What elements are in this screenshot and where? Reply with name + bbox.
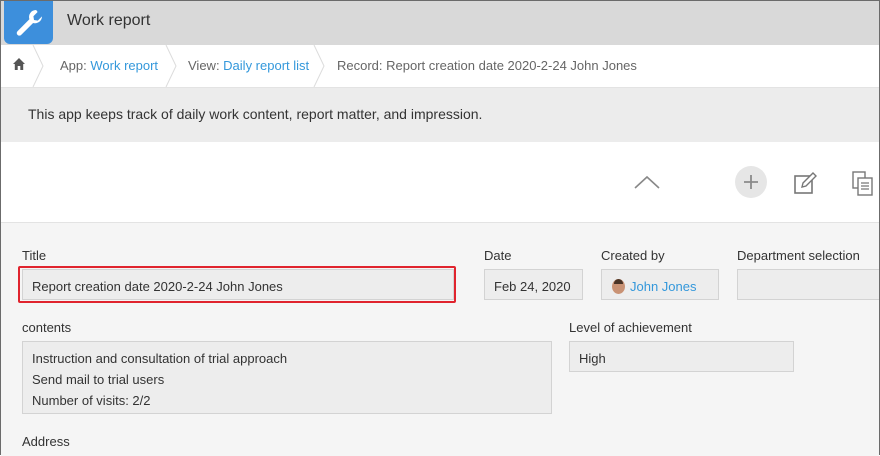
app-title[interactable]: Work report (67, 12, 150, 30)
chevron-up-icon[interactable] (633, 174, 661, 195)
created-by-label: Created by (601, 248, 665, 263)
app-description: This app keeps track of daily work conte… (1, 88, 879, 142)
wrench-icon[interactable] (4, 1, 53, 44)
address-label: Address (22, 434, 70, 449)
breadcrumb-view: View: Daily report list (188, 58, 310, 73)
contents-line: Send mail to trial users (32, 372, 165, 387)
breadcrumb-separator (32, 45, 44, 87)
department-field[interactable] (737, 269, 879, 300)
record-toolbar (1, 142, 879, 223)
contents-line: Instruction and consultation of trial ap… (32, 351, 288, 366)
date-label: Date (484, 248, 512, 263)
duplicate-icon[interactable] (852, 171, 874, 202)
home-icon[interactable] (12, 57, 26, 76)
achievement-value: High (579, 351, 606, 366)
achievement-label: Level of achievement (569, 320, 692, 335)
plus-icon[interactable] (735, 166, 767, 198)
avatar (612, 279, 625, 294)
created-by-field: John Jones (601, 269, 719, 300)
contents-label: contents (22, 320, 72, 335)
breadcrumb-view-link[interactable]: Daily report list (223, 58, 309, 73)
achievement-field[interactable]: High (569, 341, 794, 372)
breadcrumb: App: Work report View: Daily report list… (1, 45, 879, 88)
title-label: Title (22, 248, 47, 263)
app-header: Work report (1, 1, 879, 45)
date-field[interactable]: Feb 24, 2020 (484, 269, 583, 300)
record-form: Title Report creation date 2020-2-24 Joh… (1, 223, 879, 456)
edit-icon[interactable] (793, 172, 819, 201)
breadcrumb-app-link[interactable]: Work report (90, 58, 158, 73)
app-description-text: This app keeps track of daily work conte… (28, 106, 483, 122)
contents-line: Number of visits: 2/2 (32, 393, 151, 408)
breadcrumb-separator (313, 45, 325, 87)
department-label: Department selection (737, 248, 860, 263)
breadcrumb-record: Record: Report creation date 2020-2-24 J… (337, 58, 637, 73)
breadcrumb-separator (165, 45, 177, 87)
date-value: Feb 24, 2020 (494, 279, 571, 294)
contents-field[interactable]: Instruction and consultation of trial ap… (22, 341, 552, 414)
created-by-user-link[interactable]: John Jones (630, 279, 697, 294)
breadcrumb-app: App: Work report (60, 58, 159, 73)
title-field-highlight (18, 266, 456, 303)
